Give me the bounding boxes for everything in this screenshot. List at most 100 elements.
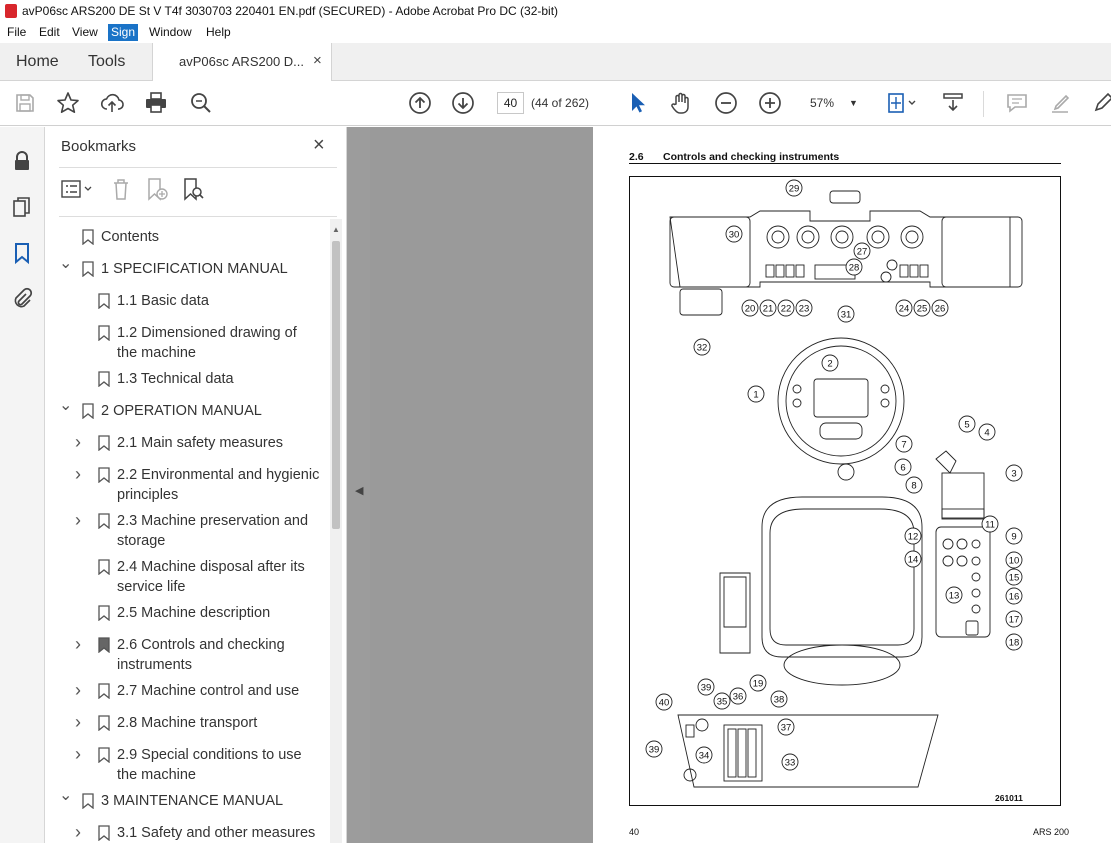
callout-label: 7 — [901, 440, 906, 451]
scroll-mode-icon[interactable] — [940, 90, 966, 116]
chevron-right-icon[interactable]: › — [75, 712, 87, 732]
callout-label: 39 — [649, 745, 660, 756]
tab-document[interactable]: avP06sc ARS200 D... × — [152, 43, 332, 82]
arrow-down-icon[interactable] — [450, 90, 476, 116]
bookmark-icon — [98, 467, 110, 483]
callout-label: 5 — [964, 420, 969, 431]
star-icon[interactable] — [55, 90, 81, 116]
highlight-icon[interactable] — [1048, 90, 1074, 116]
bookmark-label: 2.9 Special conditions to use — [117, 747, 302, 763]
arrow-up-icon[interactable] — [407, 90, 433, 116]
chevron-down-icon: ▼ — [849, 98, 858, 108]
select-cursor-icon[interactable] — [624, 90, 650, 116]
callout-17: 17 — [1005, 610, 1023, 628]
page-number-input[interactable]: 40 — [497, 92, 524, 114]
scrollbar[interactable]: ▲ — [330, 219, 342, 843]
callout-39: 39 — [645, 740, 663, 758]
bookmark-icon — [98, 637, 110, 653]
section-rule — [629, 163, 1061, 164]
tab-tools[interactable]: Tools — [88, 43, 125, 81]
callout-32: 32 — [693, 338, 711, 356]
callout-8: 8 — [905, 476, 923, 494]
search-zoom-icon[interactable] — [188, 90, 214, 116]
footer-model: ARS 200 — [1033, 827, 1070, 837]
bookmark-label: 3 MAINTENANCE MANUAL — [101, 793, 284, 809]
scrollbar-thumb[interactable] — [332, 241, 340, 529]
callout-label: 28 — [849, 263, 860, 274]
callout-label: 39 — [701, 683, 712, 694]
callout-40: 40 — [655, 693, 673, 711]
print-icon[interactable] — [143, 90, 169, 116]
chevron-down-icon[interactable]: ⌄ — [59, 254, 72, 274]
bookmark-icon — [98, 559, 110, 575]
callout-label: 30 — [729, 230, 740, 241]
close-tab-icon[interactable]: × — [313, 52, 322, 69]
upload-icon[interactable] — [99, 90, 125, 116]
chevron-down-icon[interactable]: ⌄ — [59, 396, 72, 416]
bookmark-icon[interactable] — [10, 241, 34, 265]
chevron-right-icon[interactable]: › — [75, 822, 87, 842]
bookmark-icon — [98, 605, 110, 621]
fit-page-icon[interactable] — [884, 90, 920, 116]
callout-9: 9 — [1005, 527, 1023, 545]
callout-27: 27 — [853, 242, 871, 260]
chevron-down-icon[interactable]: ⌄ — [59, 786, 72, 806]
save-icon[interactable] — [12, 90, 38, 116]
chevron-right-icon[interactable]: › — [75, 744, 87, 764]
trash-icon[interactable] — [111, 177, 131, 201]
callout-label: 32 — [697, 343, 708, 354]
menu-view[interactable]: View — [69, 24, 101, 41]
callout-label: 38 — [774, 695, 785, 706]
bookmark-icon — [98, 371, 110, 387]
bookmark-label: 2.7 Machine control and use — [117, 683, 300, 699]
bookmark-label: 2 OPERATION MANUAL — [101, 403, 262, 419]
menu-file[interactable]: File — [4, 24, 29, 41]
zoom-out-icon[interactable] — [713, 90, 739, 116]
callout-26: 26 — [931, 299, 949, 317]
left-rail — [0, 127, 45, 843]
chevron-right-icon[interactable]: › — [75, 510, 87, 530]
hand-icon[interactable] — [668, 90, 694, 116]
close-panel-icon[interactable]: × — [313, 134, 325, 157]
draw-icon[interactable] — [1090, 90, 1111, 116]
tab-home[interactable]: Home — [16, 43, 59, 81]
tab-bar: Home Tools avP06sc ARS200 D... × — [0, 43, 1111, 82]
chevron-right-icon[interactable]: › — [75, 680, 87, 700]
menu-help[interactable]: Help — [203, 24, 234, 41]
bookmark-label-cont: instruments — [117, 657, 192, 673]
callout-label: 4 — [984, 428, 989, 439]
find-bookmark-icon[interactable] — [181, 177, 205, 201]
callout-30: 30 — [725, 225, 743, 243]
scroll-up-icon[interactable]: ▲ — [332, 225, 340, 234]
window-title: avP06sc ARS200 DE St V T4f 3030703 22040… — [22, 4, 559, 18]
new-bookmark-icon[interactable] — [145, 177, 169, 201]
callout-label: 27 — [857, 247, 868, 258]
comment-icon[interactable] — [1004, 90, 1030, 116]
collapse-panel-icon[interactable]: ◀ — [355, 484, 363, 497]
bookmark-icon — [98, 683, 110, 699]
callout-label: 10 — [1009, 556, 1020, 567]
chevron-right-icon[interactable]: › — [75, 432, 87, 452]
attachment-icon[interactable] — [10, 287, 34, 311]
bookmark-label: Contents — [101, 229, 160, 245]
menu-sign[interactable]: Sign — [108, 24, 139, 41]
bookmark-icon — [82, 229, 94, 245]
menu-edit[interactable]: Edit — [36, 24, 63, 41]
chevron-right-icon[interactable]: › — [75, 634, 87, 654]
chevron-right-icon[interactable]: › — [75, 464, 87, 484]
bookmarks-title: Bookmarks — [61, 138, 137, 155]
zoom-in-icon[interactable] — [757, 90, 783, 116]
zoom-select[interactable]: 57% ▼ — [802, 92, 864, 114]
bookmark-label-cont: service life — [117, 579, 186, 595]
pages-icon[interactable] — [10, 195, 34, 219]
options-menu-icon[interactable] — [61, 179, 95, 199]
menu-window[interactable]: Window — [146, 24, 195, 41]
callout-15: 15 — [1005, 568, 1023, 586]
callout-label: 24 — [899, 304, 910, 315]
bookmark-label: 1.2 Dimensioned drawing of — [117, 325, 297, 341]
callout-23: 23 — [795, 299, 813, 317]
callout-label: 18 — [1009, 638, 1020, 649]
lock-icon[interactable] — [10, 149, 34, 173]
bookmark-label-cont: principles — [117, 487, 179, 503]
bookmark-icon — [98, 715, 110, 731]
